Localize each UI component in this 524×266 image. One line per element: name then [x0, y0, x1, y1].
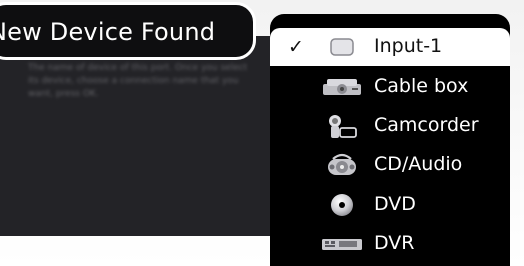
- menu-item-dvd[interactable]: DVD: [270, 186, 510, 224]
- input-icon: [320, 34, 364, 60]
- dvr-icon: [320, 231, 364, 257]
- dialog-title: New Device Found: [0, 18, 216, 46]
- menu-item-label: DVD: [374, 193, 416, 215]
- menu-item-label: Input-1: [374, 35, 443, 57]
- dialog-body-text: The name of device of this port. Once yo…: [28, 63, 248, 99]
- device-type-menu[interactable]: ✓ Input-1 Cable box Camcorder CD/Audio D…: [270, 14, 510, 266]
- menu-item-cable-box[interactable]: Cable box: [270, 68, 510, 106]
- menu-item-label: DVR: [374, 232, 415, 254]
- menu-item-input-1[interactable]: ✓ Input-1: [270, 28, 510, 66]
- menu-item-cd-audio[interactable]: CD/Audio: [270, 146, 510, 184]
- dialog-title-tab: New Device Found: [0, 2, 256, 60]
- menu-item-label: Camcorder: [374, 114, 479, 136]
- menu-item-label: Cable box: [374, 75, 469, 97]
- menu-item-camcorder[interactable]: Camcorder: [270, 107, 510, 145]
- cd-audio-icon: [320, 152, 364, 178]
- checkmark-icon: ✓: [288, 36, 304, 58]
- menu-item-label: CD/Audio: [374, 153, 463, 175]
- cable-box-icon: [320, 74, 364, 100]
- new-device-dialog: The name of device of this port. Once yo…: [0, 36, 300, 236]
- dvd-icon: [320, 192, 364, 218]
- menu-item-dvr[interactable]: DVR: [270, 225, 510, 263]
- camcorder-icon: [320, 113, 364, 139]
